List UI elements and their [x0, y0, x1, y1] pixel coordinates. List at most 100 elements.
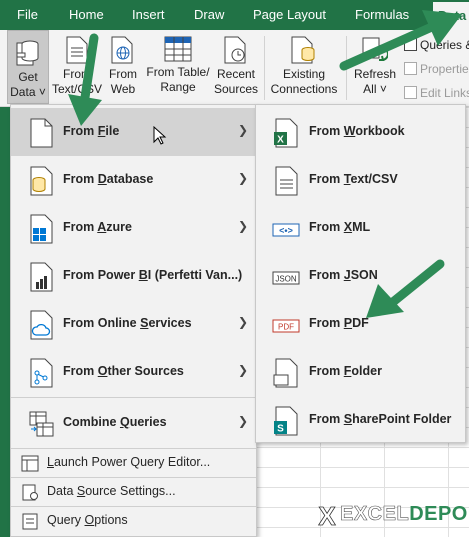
ribbon-separator [346, 36, 347, 100]
menu-item-combine-queries[interactable]: Combine Queries ❯ [11, 399, 256, 447]
recent-sources-label-2: Sources [213, 82, 259, 96]
menu-item-label: From Power BI (Perfetti Van...) [63, 268, 243, 282]
chevron-right-icon: ❯ [237, 315, 248, 329]
folder-icon [273, 358, 298, 388]
connections-icon [291, 36, 315, 64]
chevron-right-icon: ❯ [237, 123, 248, 137]
cloud-icon [30, 310, 53, 340]
submenu-item-from-xml[interactable]: <•> From XML [256, 204, 465, 252]
from-text-csv-button[interactable]: From Text/CSV [52, 30, 102, 104]
pdf-icon-text: PDF [278, 323, 294, 332]
tab-home[interactable]: Home [69, 7, 104, 23]
submenu-item-from-sharepoint-folder[interactable]: S From SharePoint Folder [256, 396, 465, 444]
power-bi-icon [30, 262, 53, 292]
menu-item-label: Query Options [47, 513, 128, 527]
json-icon-text: JSON [275, 275, 297, 284]
menu-item-from-power-bi[interactable]: From Power BI (Perfetti Van...) [11, 252, 256, 300]
pdf-icon: PDF [272, 319, 300, 333]
properties-label: Properties [420, 62, 469, 76]
options-icon [22, 513, 38, 530]
queries-icon [404, 38, 417, 51]
menu-item-from-online-services[interactable]: From Online Services ❯ [11, 300, 256, 348]
refresh-icon [362, 37, 388, 61]
menu-item-label: From Other Sources [63, 364, 184, 378]
menu-item-label: From Database [63, 172, 154, 186]
menu-item-label: Launch Power Query Editor... [47, 455, 211, 469]
combine-queries-icon [29, 411, 54, 437]
properties-button[interactable]: Properties [404, 62, 469, 76]
settings-icon [22, 484, 38, 501]
other-sources-icon [30, 358, 53, 388]
get-data-menu: From File ❯ From Database ❯ From Azure ❯… [10, 104, 257, 537]
database-icon [16, 40, 39, 66]
tab-draw[interactable]: Draw [194, 7, 224, 23]
chevron-right-icon: ❯ [237, 219, 248, 233]
table-icon [164, 36, 192, 62]
text-file-icon [275, 166, 298, 196]
clock-icon [224, 36, 246, 64]
sharepoint-letter: S [277, 424, 284, 435]
menu-item-from-other-sources[interactable]: From Other Sources ❯ [11, 348, 256, 396]
from-table-range-button[interactable]: From Table/ Range [144, 30, 212, 104]
from-web-button[interactable]: From Web [104, 30, 142, 104]
menu-item-query-options[interactable]: Query Options [11, 508, 256, 534]
submenu-item-from-pdf[interactable]: PDF From PDF [256, 300, 465, 348]
submenu-item-from-folder[interactable]: From Folder [256, 348, 465, 396]
menu-divider [11, 477, 256, 478]
logo-text: EXCELDEPO [340, 503, 468, 526]
azure-icon [30, 214, 53, 244]
from-table-label-1: From Table/ [146, 65, 210, 79]
submenu-item-label: From PDF [309, 316, 369, 330]
from-web-label-2: Web [110, 82, 136, 96]
submenu-item-from-workbook[interactable]: X From Workbook [256, 108, 465, 156]
exceldepo-logo: X EXCELDEPO [316, 500, 468, 532]
logo-x-mark: X [318, 503, 337, 529]
sharepoint-icon: S [274, 406, 298, 436]
ribbon: Get Data ˅ From Text/CSV From Web From T… [0, 30, 469, 107]
excel-workbook-icon: X [274, 118, 298, 148]
submenu-item-label: From JSON [309, 268, 378, 282]
tab-insert[interactable]: Insert [132, 7, 165, 23]
refresh-label-2: All ˅ [363, 82, 387, 96]
xml-icon-text: <•> [279, 226, 293, 236]
menu-item-launch-power-query-editor[interactable]: Launch Power Query Editor... [11, 450, 256, 476]
power-query-icon [21, 455, 39, 472]
existing-connections-label-1: Existing [282, 67, 326, 81]
queries-label: Queries & [420, 38, 469, 52]
edit-links-button[interactable]: Edit Links [404, 86, 469, 100]
menu-divider [11, 506, 256, 507]
mouse-cursor-icon [153, 126, 167, 145]
recent-sources-label-1: Recent [216, 67, 256, 81]
chevron-right-icon: ❯ [237, 363, 248, 377]
text-file-icon [66, 36, 88, 64]
menu-item-from-azure[interactable]: From Azure ❯ [11, 204, 256, 252]
tab-data[interactable]: Data [433, 2, 469, 30]
tab-formulas[interactable]: Formulas [355, 7, 409, 23]
get-data-button[interactable]: Get Data ˅ [7, 30, 49, 104]
menu-item-label: From Online Services [63, 316, 192, 330]
existing-connections-button[interactable]: Existing Connections [268, 30, 340, 104]
chevron-right-icon: ❯ [237, 171, 248, 185]
menu-item-label: From Azure [63, 220, 132, 234]
menu-item-from-file[interactable]: From File ❯ [11, 108, 256, 156]
queries-connections-button[interactable]: Queries & [404, 38, 469, 52]
edit-links-label: Edit Links [420, 86, 469, 100]
refresh-label-1: Refresh [353, 67, 397, 81]
tab-file[interactable]: File [17, 7, 38, 23]
database-icon [30, 166, 53, 196]
submenu-item-label: From Workbook [309, 124, 405, 138]
get-data-label-2: Data ˅ [10, 85, 46, 99]
refresh-all-button[interactable]: Refresh All ˅ [352, 30, 398, 104]
xml-icon: <•> [272, 223, 300, 237]
submenu-item-from-text-csv[interactable]: From Text/CSV [256, 156, 465, 204]
tab-page-layout[interactable]: Page Layout [253, 7, 326, 23]
menu-item-label: Data Source Settings... [47, 484, 176, 498]
submenu-item-label: From SharePoint Folder [309, 412, 452, 426]
menu-item-data-source-settings[interactable]: Data Source Settings... [11, 479, 256, 505]
globe-icon [111, 36, 133, 64]
get-data-label-1: Get [18, 70, 38, 84]
menu-item-from-database[interactable]: From Database ❯ [11, 156, 256, 204]
menu-item-label: From File [63, 124, 120, 138]
recent-sources-button[interactable]: Recent Sources [213, 30, 259, 104]
submenu-item-from-json[interactable]: JSON From JSON [256, 252, 465, 300]
